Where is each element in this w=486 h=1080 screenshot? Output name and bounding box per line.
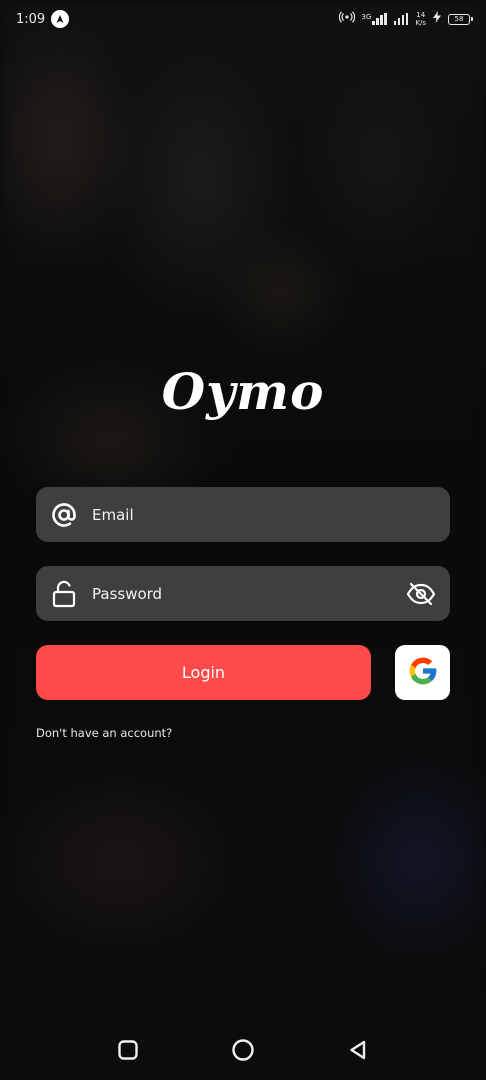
login-button[interactable]: Login bbox=[36, 645, 371, 700]
app-logo: Oymo bbox=[161, 362, 325, 421]
speed-value: 14 bbox=[416, 11, 426, 19]
hotspot-icon bbox=[338, 11, 355, 27]
eye-off-icon[interactable] bbox=[406, 579, 436, 609]
signal-bars-2-icon bbox=[393, 13, 409, 25]
signal-bars-icon bbox=[372, 13, 387, 25]
network-speed: 14 K/s bbox=[415, 11, 426, 27]
password-field[interactable]: Password bbox=[36, 566, 450, 621]
unlock-icon bbox=[50, 580, 78, 608]
battery-icon: 58 bbox=[448, 13, 473, 25]
network-type-label: 3G bbox=[361, 13, 372, 21]
navigation-app-icon bbox=[51, 10, 70, 28]
status-bar: 1:09 3G 14 K/s 58 bbox=[0, 0, 486, 38]
back-button[interactable] bbox=[343, 1035, 373, 1065]
email-placeholder: Email bbox=[92, 505, 134, 524]
email-field[interactable]: Email bbox=[36, 487, 450, 542]
signup-link[interactable]: Don't have an account? bbox=[36, 726, 172, 740]
status-left: 1:09 bbox=[16, 10, 70, 28]
speed-unit: K/s bbox=[415, 19, 426, 27]
home-button[interactable] bbox=[228, 1035, 258, 1065]
at-sign-icon bbox=[50, 501, 78, 529]
google-signin-button[interactable] bbox=[395, 645, 450, 700]
system-nav-bar bbox=[0, 1020, 486, 1080]
status-time: 1:09 bbox=[16, 11, 46, 27]
password-placeholder: Password bbox=[92, 584, 163, 603]
status-right: 3G 14 K/s 58 bbox=[338, 11, 473, 27]
recent-apps-button[interactable] bbox=[113, 1035, 143, 1065]
google-icon bbox=[407, 655, 439, 691]
charging-icon bbox=[433, 11, 441, 27]
